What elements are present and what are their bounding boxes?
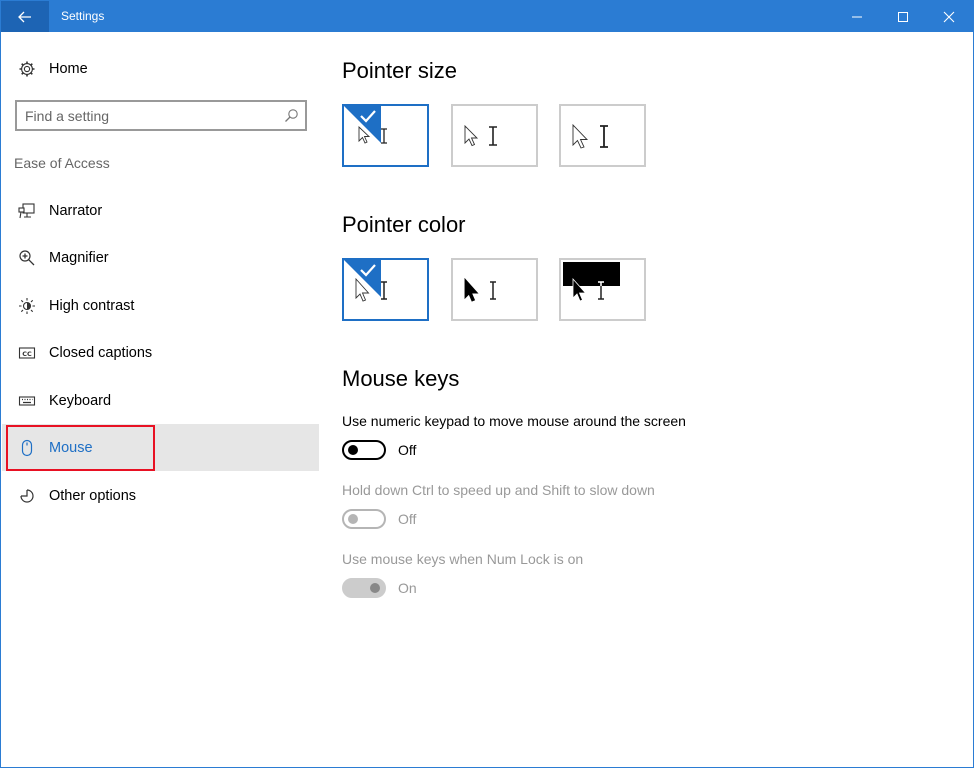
checkmark-icon xyxy=(344,106,381,143)
narrator-icon xyxy=(18,202,36,220)
speed-modifier-toggle-state: Off xyxy=(398,511,417,527)
sidebar-item-other-options[interactable]: Other options xyxy=(2,472,319,519)
sidebar-item-narrator[interactable]: Narrator xyxy=(2,187,319,234)
close-button[interactable] xyxy=(926,1,972,32)
pointer-color-heading: Pointer color xyxy=(342,212,466,237)
high-contrast-icon xyxy=(18,297,36,315)
sidebar: Home Ease of Access Narrator xyxy=(2,32,319,767)
speed-modifier-description: Hold down Ctrl to speed up and Shift to … xyxy=(342,482,655,498)
num-lock-toggle[interactable] xyxy=(342,578,386,598)
sidebar-item-label: Home xyxy=(49,60,88,77)
keyboard-icon xyxy=(18,392,36,410)
pointer-color-white[interactable] xyxy=(342,258,429,321)
num-lock-toggle-state: On xyxy=(398,580,417,596)
num-lock-description: Use mouse keys when Num Lock is on xyxy=(342,551,584,567)
pointer-size-medium[interactable] xyxy=(451,104,538,167)
minimize-button[interactable] xyxy=(834,1,880,32)
search-icon[interactable] xyxy=(284,108,299,123)
window-title: Settings xyxy=(61,9,105,23)
closed-captions-icon: CC xyxy=(18,344,36,362)
svg-text:CC: CC xyxy=(22,350,32,358)
sidebar-item-label: Magnifier xyxy=(49,249,109,266)
maximize-icon xyxy=(898,11,908,22)
sidebar-item-closed-captions[interactable]: CC Closed captions xyxy=(2,329,319,376)
pointer-size-large[interactable] xyxy=(559,104,646,167)
sidebar-item-home[interactable]: Home xyxy=(2,45,319,92)
section-label: Ease of Access xyxy=(14,155,110,171)
maximize-button[interactable] xyxy=(880,1,926,32)
mouse-icon xyxy=(18,439,36,457)
sidebar-item-keyboard[interactable]: Keyboard xyxy=(2,377,319,424)
back-arrow-icon xyxy=(18,11,31,22)
speed-modifier-toggle[interactable] xyxy=(342,509,386,529)
other-options-icon xyxy=(18,487,36,505)
sidebar-item-label: Other options xyxy=(49,487,137,504)
sidebar-item-magnifier[interactable]: Magnifier xyxy=(2,234,319,281)
sidebar-item-label: High contrast xyxy=(49,297,135,314)
main-content: Pointer size Pointer color Mouse keys Us… xyxy=(319,32,973,767)
search-box[interactable] xyxy=(15,100,307,131)
sidebar-item-label: Closed captions xyxy=(49,344,153,361)
mouse-keys-toggle[interactable] xyxy=(342,440,386,460)
settings-window: Settings Home Find a setting Ease of Acc… xyxy=(0,0,974,768)
title-bar: Settings xyxy=(1,1,973,32)
gear-icon xyxy=(18,60,36,78)
pointer-size-heading: Pointer size xyxy=(342,58,457,83)
checkmark-icon xyxy=(344,260,381,297)
sidebar-item-high-contrast[interactable]: High contrast xyxy=(2,282,319,329)
sidebar-item-label: Mouse xyxy=(49,439,93,456)
minimize-icon xyxy=(852,16,862,17)
sidebar-item-mouse[interactable]: Mouse xyxy=(2,424,319,471)
mouse-keys-toggle-state: Off xyxy=(398,442,417,458)
sidebar-item-label: Narrator xyxy=(49,202,103,219)
magnifier-icon xyxy=(18,249,36,267)
pointer-size-small[interactable] xyxy=(342,104,429,167)
close-icon xyxy=(943,11,955,22)
pointer-color-black[interactable] xyxy=(451,258,538,321)
mouse-keys-description: Use numeric keypad to move mouse around … xyxy=(342,413,686,429)
sidebar-item-label: Keyboard xyxy=(49,392,112,409)
pointer-color-inverted[interactable] xyxy=(559,258,646,321)
search-input[interactable] xyxy=(25,106,275,125)
mouse-keys-heading: Mouse keys xyxy=(342,366,460,391)
back-button[interactable] xyxy=(1,1,49,32)
